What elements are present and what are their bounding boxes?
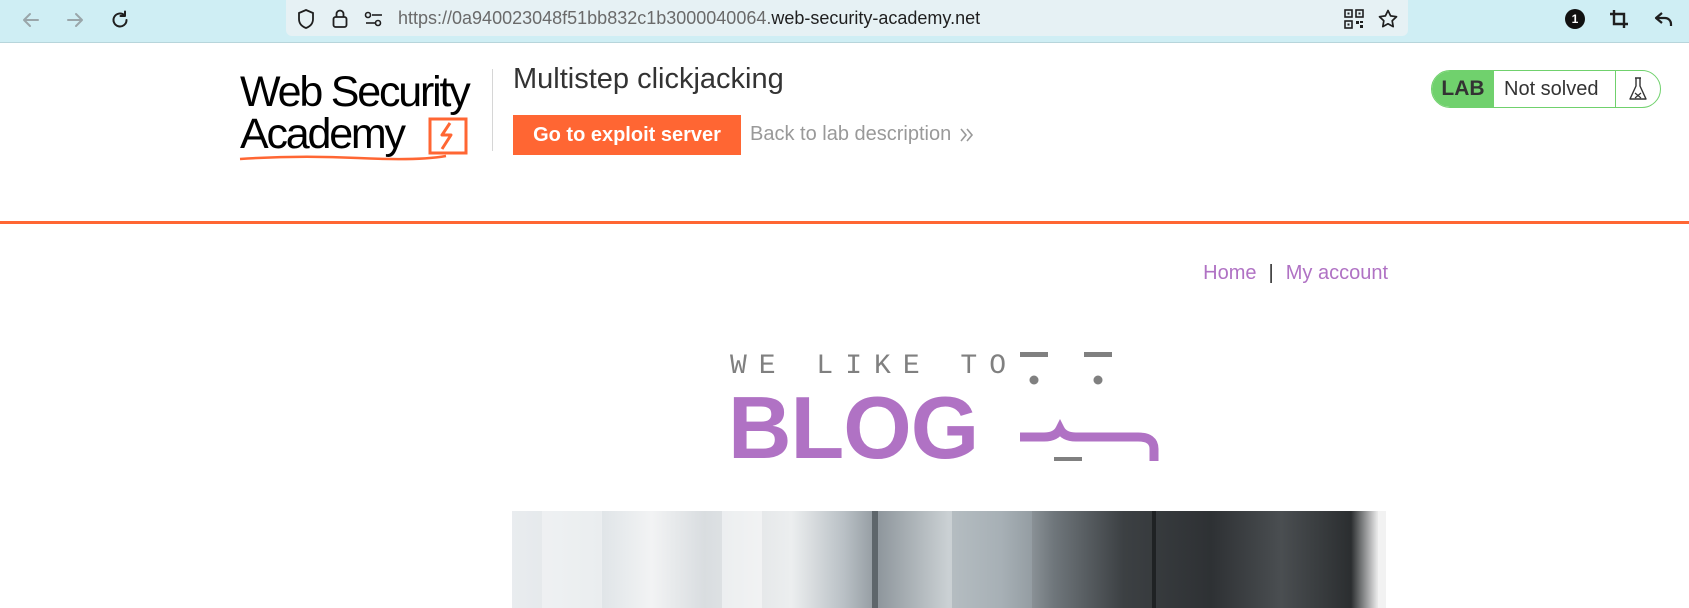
- qr-code-icon[interactable]: [1340, 5, 1368, 33]
- banner-blog-word: BLOG: [728, 378, 979, 477]
- address-bar[interactable]: https://0a940023048f51bb832c1b3000040064…: [286, 0, 1408, 36]
- lab-tag: LAB: [1432, 71, 1494, 107]
- url-prefix: https://0a940023048f51bb832c1b3000040064…: [398, 8, 772, 28]
- logo-bolt-icon: [428, 117, 468, 155]
- browser-toolbar: https://0a940023048f51bb832c1b3000040064…: [0, 0, 1689, 43]
- hero-window-pane: [542, 511, 602, 608]
- hero-window-pane: [952, 511, 1032, 608]
- blog-banner: WE LIKE TO BLOG: [728, 345, 1168, 473]
- crop-icon[interactable]: [1605, 5, 1633, 33]
- lock-icon[interactable]: [326, 5, 354, 33]
- nav-home-link[interactable]: Home: [1203, 262, 1256, 284]
- site-nav: Home | My account: [1203, 262, 1388, 285]
- url-domain: web-security-academy.net: [771, 8, 981, 28]
- lab-title: Multistep clickjacking: [513, 63, 784, 95]
- flask-icon: [1615, 71, 1660, 107]
- site-settings-icon[interactable]: [360, 5, 388, 33]
- logo-line2: Academy: [240, 110, 406, 158]
- hero-window-frame: [872, 511, 878, 608]
- blog-hero-image: [512, 511, 1386, 608]
- nav-separator: |: [1268, 262, 1274, 284]
- exploit-server-button[interactable]: Go to exploit server: [513, 115, 741, 155]
- bookmark-star-icon[interactable]: [1374, 5, 1402, 33]
- blog-face-icon: [1020, 352, 1159, 461]
- extension-badge-count: 1: [1571, 12, 1579, 26]
- back-link-label: Back to lab description: [750, 123, 952, 145]
- double-chevron-right-icon: [960, 127, 974, 142]
- web-security-academy-logo[interactable]: Web Security Academy: [238, 69, 490, 165]
- back-arrow-icon[interactable]: [16, 5, 46, 35]
- back-to-lab-description-link[interactable]: Back to lab description: [750, 123, 975, 146]
- hero-window-pane: [722, 511, 762, 608]
- forward-arrow-icon[interactable]: [60, 5, 90, 35]
- lab-header: Web Security Academy Multistep clickjack…: [0, 43, 1689, 224]
- nav-my-account-link[interactable]: My account: [1286, 262, 1388, 284]
- lab-status-badge: LAB Not solved: [1431, 70, 1661, 108]
- url-text[interactable]: https://0a940023048f51bb832c1b3000040064…: [398, 8, 980, 29]
- reply-arrow-icon[interactable]: [1650, 5, 1678, 33]
- hero-edge: [1378, 511, 1386, 608]
- lab-status-text: Not solved: [1504, 77, 1599, 100]
- logo-underline-icon: [239, 154, 447, 161]
- header-divider: [492, 69, 493, 151]
- logo-line1: Web Security: [240, 68, 471, 116]
- hero-window-frame: [1152, 511, 1156, 608]
- extension-badge-icon[interactable]: 1: [1561, 5, 1589, 33]
- shield-icon[interactable]: [292, 5, 320, 33]
- reload-icon[interactable]: [105, 5, 135, 35]
